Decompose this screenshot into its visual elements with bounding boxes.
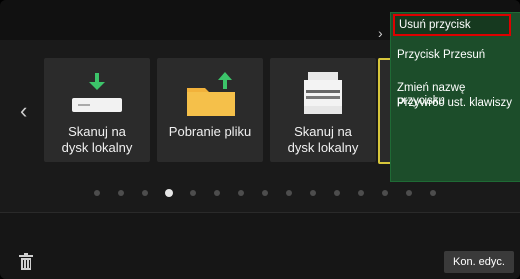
chevron-right-icon[interactable]: › <box>378 25 383 41</box>
menu-item-restore-defaults[interactable]: Przywróć ust. klawiszy <box>397 97 512 110</box>
page-dot[interactable] <box>430 190 436 196</box>
page-dot[interactable] <box>190 190 196 196</box>
page-indicator <box>88 189 488 200</box>
end-edit-button[interactable]: Kon. edyc. <box>444 251 514 273</box>
menu-item-label: Przycisk Przesuń <box>397 49 486 61</box>
page-dot-active[interactable] <box>165 189 173 197</box>
page-dot[interactable] <box>334 190 340 196</box>
printer-scan-icon <box>304 72 342 114</box>
page-dot[interactable] <box>238 190 244 196</box>
menu-item-delete-button[interactable]: Usuń przycisk <box>393 14 511 36</box>
context-menu: Usuń przycisk Przycisk Przesuń Zmień naz… <box>390 12 520 182</box>
end-edit-label: Kon. edyc. <box>453 256 505 268</box>
footer-bar <box>0 212 520 279</box>
tile-label: Pobranie pliku <box>168 124 252 139</box>
page-dot[interactable] <box>94 190 100 196</box>
page-dot[interactable] <box>118 190 124 196</box>
page-dot[interactable] <box>382 190 388 196</box>
tile-scan-local-drive[interactable]: Skanuj na dysk lokalny <box>44 58 150 162</box>
menu-item-label: Usuń przycisk <box>399 18 471 31</box>
page-dot[interactable] <box>214 190 220 196</box>
tile-scan-local-drive-2[interactable]: Skanuj na dysk lokalny <box>270 58 376 162</box>
tile-label: Skanuj na dysk lokalny <box>61 124 133 155</box>
page-dot[interactable] <box>406 190 412 196</box>
file-download-folder-icon <box>187 72 235 116</box>
page-dot[interactable] <box>286 190 292 196</box>
page-dot[interactable] <box>310 190 316 196</box>
screen: ‹ Skanuj na dysk lokalny Pobranie pliku <box>0 0 520 279</box>
page-dot[interactable] <box>358 190 364 196</box>
tile-file-download[interactable]: Pobranie pliku <box>157 58 263 162</box>
page-dot[interactable] <box>262 190 268 196</box>
page-dot[interactable] <box>142 190 148 196</box>
menu-item-move-button[interactable]: Przycisk Przesuń <box>397 49 485 62</box>
scan-to-local-drive-icon <box>72 73 122 112</box>
trash-icon[interactable] <box>18 253 34 271</box>
previous-page-arrow-icon[interactable]: ‹ <box>20 100 27 122</box>
menu-item-label: Przywróć ust. klawiszy <box>397 97 513 109</box>
tile-label: Skanuj na dysk lokalny <box>287 124 359 155</box>
